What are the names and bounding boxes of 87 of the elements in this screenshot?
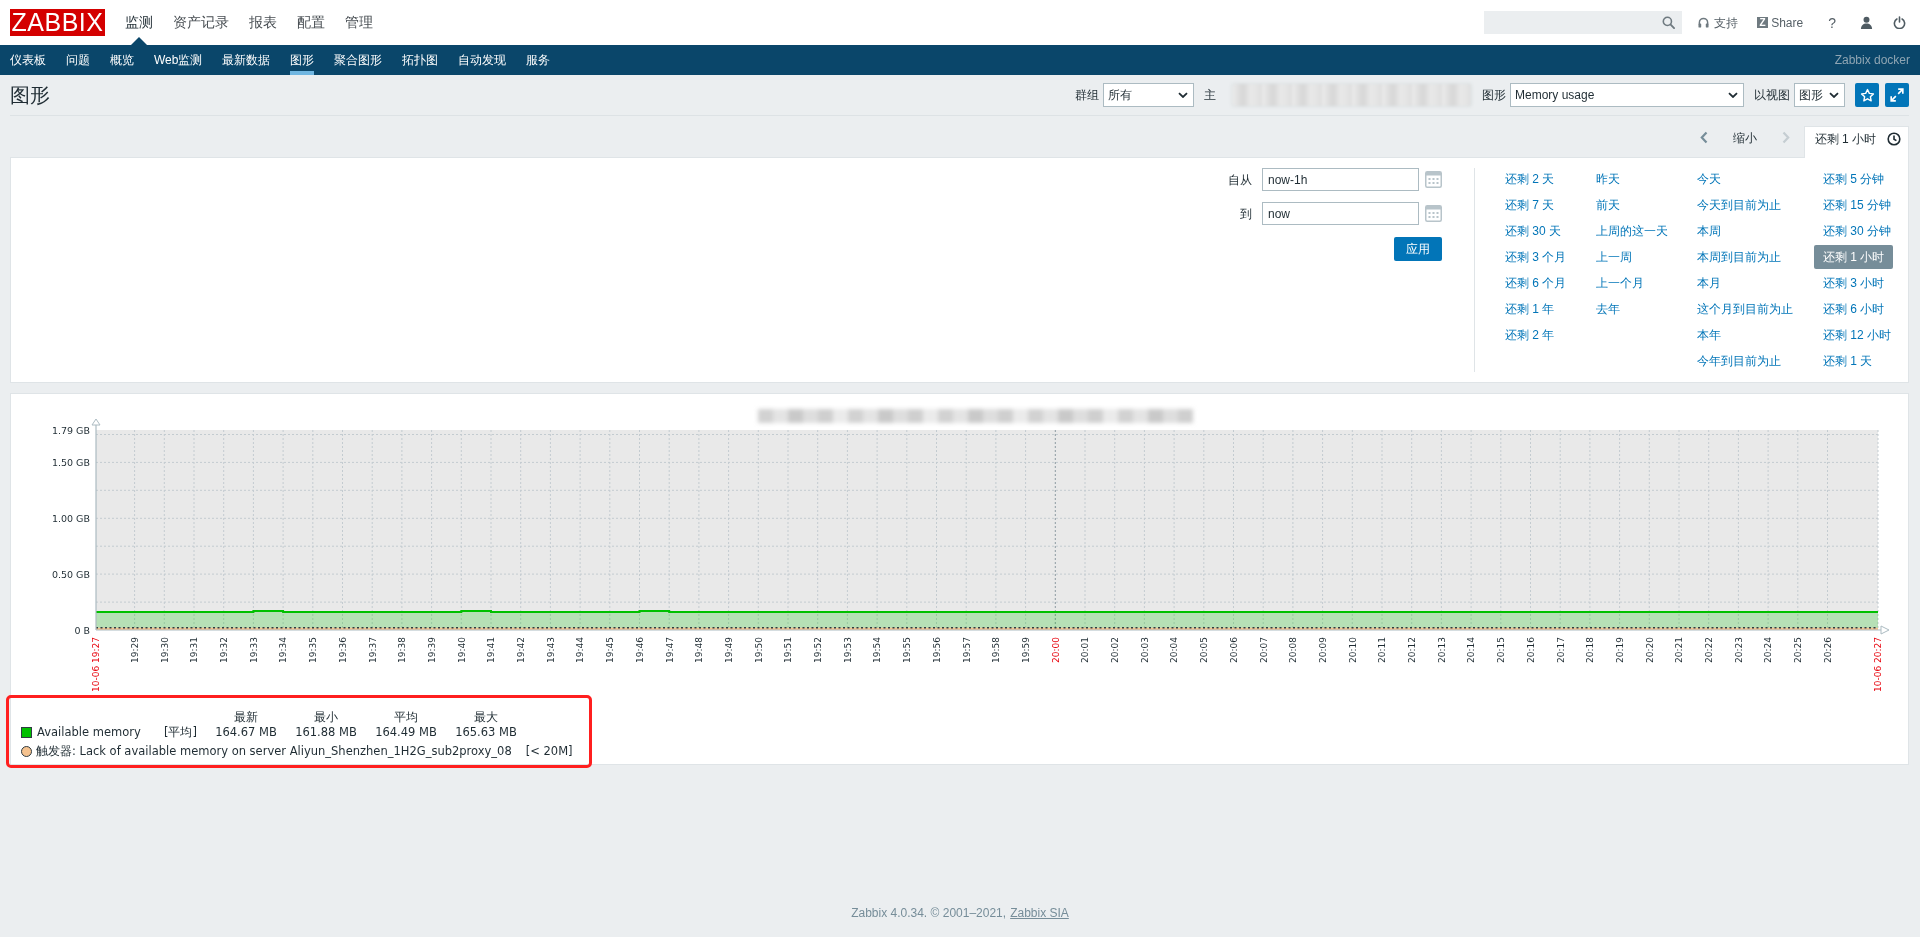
x-axis-label: 20:08 [1288,637,1299,663]
x-axis-label: 20:04 [1169,637,1180,663]
x-axis-label: 19:51 [783,637,794,663]
x-axis-label: 20:26 [1822,637,1833,663]
x-axis-label: 20:09 [1317,637,1328,663]
x-axis-label: 19:41 [486,637,497,663]
x-axis-label: 19:40 [456,637,467,663]
x-axis-label: 19:32 [219,637,229,663]
legend-function: [平均] [164,725,198,739]
x-axis-label: 19:57 [961,637,972,663]
legend-column-header: 最大 [473,710,499,724]
x-axis-label: 20:13 [1436,637,1447,663]
x-axis-label: 20:05 [1199,637,1210,663]
x-axis-label: 20:21 [1674,637,1685,663]
x-axis-label: 20:10 [1347,637,1358,663]
field-label: 到 [1239,205,1253,223]
x-axis-label: 19:53 [842,637,853,663]
trigger-condition: [< 20M] [525,744,573,758]
x-axis-label: 19:38 [397,637,408,663]
filter-label: 主 [1204,87,1216,104]
x-axis-label: 20:23 [1733,637,1744,663]
x-axis-label: 20:12 [1407,637,1417,663]
x-axis-label: 20:18 [1585,637,1596,663]
x-axis-label: 19:43 [545,637,556,663]
x-axis-label: 20:07 [1258,637,1269,663]
x-axis-label: 19:46 [634,637,645,663]
x-axis-label: 19:52 [813,637,823,663]
legend-value: 165.63 MB [454,725,518,739]
x-axis-label: 19:30 [159,637,170,663]
legend-column-header: 最新 [233,710,259,724]
x-axis-label: 19:54 [872,637,883,663]
x-axis-label: 20:20 [1644,637,1655,663]
legend-item-name: Available memory [37,725,142,739]
filter-label: 群组 [1075,87,1099,104]
x-axis-label: 20:02 [1110,637,1120,663]
x-axis-label: 19:42 [516,637,526,663]
y-axis-label: 1.00 GB [51,512,90,524]
x-axis-label: 19:59 [1020,637,1031,663]
x-axis-label: 20:25 [1793,637,1804,663]
x-axis-label: 10-06 19:27 [91,637,102,692]
y-axis-label: 0.50 GB [51,568,90,580]
x-axis-label: 20:14 [1466,637,1477,663]
x-axis-label: 19:33 [248,637,259,663]
x-axis-label: 20:22 [1704,637,1714,663]
x-axis-label: 19:48 [694,637,705,663]
x-axis-label: 19:50 [753,637,764,663]
x-axis-label: 20:00 [1050,637,1061,663]
filter-label: 图形 [1482,87,1506,104]
legend-value: 164.67 MB [214,725,278,739]
x-axis-label: 19:34 [278,637,289,663]
y-axis-label: 1.50 GB [51,456,90,468]
x-axis-label: 20:24 [1763,637,1774,663]
legend-column-header: 最小 [313,710,339,724]
trigger-description: 触发器: Lack of available memory on server Aliyun_Shenzhen_1H2G_sub2proxy_08 [36,744,512,758]
x-axis-label: 19:45 [605,637,616,663]
copyright-text: Zabbix 4.0.34. © 2001–2021, Zabbix SIA [851,906,1069,920]
x-axis-label: 19:58 [991,637,1002,663]
x-axis-label: 19:37 [367,637,378,663]
y-axis-label: 0 B [74,624,90,636]
x-axis-label: 19:47 [664,637,675,663]
share-logo: Z [1757,17,1769,28]
legend-column-header: 平均 [393,710,419,724]
x-axis-label: 20:11 [1377,637,1388,663]
x-axis-label: 10-06 20:27 [1873,637,1884,692]
x-axis-label: 19:35 [308,637,319,663]
filter-label: 以视图 [1754,87,1790,104]
x-axis-label: 19:29 [129,637,140,663]
server-name: Zabbix docker [1834,52,1910,69]
x-axis-label: 20:15 [1496,637,1507,663]
x-axis-label: 20:17 [1555,637,1566,663]
x-axis-label: 20:06 [1228,637,1239,663]
page-title: 图形 [10,83,50,107]
x-axis-label: 19:44 [575,637,586,663]
x-axis-label: 20:01 [1080,637,1091,663]
x-axis-label: 19:31 [189,637,200,663]
x-axis-label: 19:39 [426,637,437,663]
x-axis-label: 20:16 [1525,637,1536,663]
y-axis-label: 1.79 GB [51,424,90,436]
x-axis-label: 19:55 [902,637,913,663]
x-axis-label: 20:03 [1139,637,1150,663]
field-label: 自从 [1228,171,1253,189]
x-axis-label: 19:56 [931,637,942,663]
legend-value: 164.49 MB [374,725,438,739]
x-axis-label: 20:19 [1614,637,1625,663]
x-axis-label: 19:36 [337,637,348,663]
x-axis-label: 19:49 [723,637,734,663]
legend-value: 161.88 MB [294,725,358,739]
